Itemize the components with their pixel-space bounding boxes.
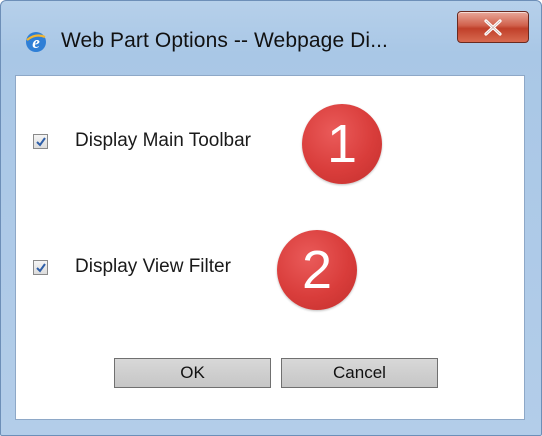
annotation-badge-2: 2: [277, 230, 357, 310]
ok-button[interactable]: OK: [114, 358, 271, 388]
title-bar[interactable]: e Web Part Options -- Webpage Di...: [1, 1, 541, 67]
close-button[interactable]: [457, 11, 529, 43]
main-toolbar-label: Display Main Toolbar: [75, 130, 252, 151]
checkmark-icon: [36, 136, 46, 147]
view-filter-label: Display View Filter: [75, 256, 231, 277]
window-title: Web Part Options -- Webpage Di...: [61, 29, 388, 52]
annotation-badge-1: 1: [302, 104, 382, 184]
close-x-icon: [484, 19, 502, 36]
cancel-button[interactable]: Cancel: [281, 358, 438, 388]
checkmark-icon: [36, 262, 46, 273]
dialog-window: e Web Part Options -- Webpage Di...: [0, 0, 542, 436]
option-main-toolbar[interactable]: Display Main Toolbar: [33, 126, 251, 156]
view-filter-checkbox[interactable]: [33, 259, 48, 275]
internet-explorer-icon: e: [25, 31, 47, 53]
option-view-filter[interactable]: Display View Filter: [33, 252, 231, 282]
main-toolbar-checkbox[interactable]: [33, 133, 48, 149]
